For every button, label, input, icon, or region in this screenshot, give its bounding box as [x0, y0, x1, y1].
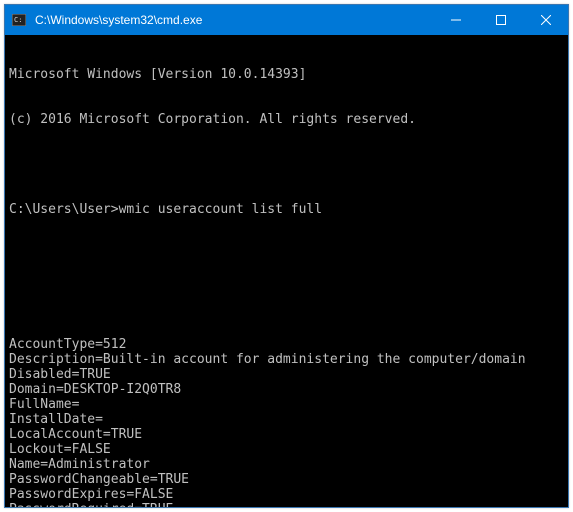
- account-field: Name=Administrator: [9, 457, 564, 472]
- account-field: PasswordChangeable=TRUE: [9, 472, 564, 487]
- cmd-icon: C:: [5, 14, 33, 26]
- account-field: Description=Built-in account for adminis…: [9, 352, 564, 367]
- account-field: LocalAccount=TRUE: [9, 427, 564, 442]
- terminal-output[interactable]: Microsoft Windows [Version 10.0.14393] (…: [5, 35, 568, 507]
- maximize-button[interactable]: [478, 5, 523, 35]
- titlebar[interactable]: C: C:\Windows\system32\cmd.exe: [5, 5, 568, 35]
- account-field: PasswordExpires=FALSE: [9, 487, 564, 502]
- account-field: Domain=DESKTOP-I2Q0TR8: [9, 382, 564, 397]
- minimize-button[interactable]: [433, 5, 478, 35]
- account-field: PasswordRequired=TRUE: [9, 502, 564, 507]
- window-title: C:\Windows\system32\cmd.exe: [33, 13, 433, 27]
- blank-line: [9, 247, 564, 262]
- copyright-line: (c) 2016 Microsoft Corporation. All righ…: [9, 112, 564, 127]
- prompt-line: C:\Users\User>wmic useraccount list full: [9, 202, 564, 217]
- window-controls: [433, 5, 568, 35]
- os-version-line: Microsoft Windows [Version 10.0.14393]: [9, 67, 564, 82]
- svg-text:C:: C:: [14, 16, 22, 24]
- blank-line: [9, 292, 564, 307]
- blank-line: [9, 157, 564, 172]
- account-field: Lockout=FALSE: [9, 442, 564, 457]
- command-text: wmic useraccount list full: [119, 202, 323, 217]
- account-field: FullName=: [9, 397, 564, 412]
- prompt-path: C:\Users\User>: [9, 202, 119, 217]
- cmd-window: C: C:\Windows\system32\cmd.exe Microsoft…: [4, 4, 569, 508]
- account-field: AccountType=512: [9, 337, 564, 352]
- close-button[interactable]: [523, 5, 568, 35]
- account-field: Disabled=TRUE: [9, 367, 564, 382]
- account-field: InstallDate=: [9, 412, 564, 427]
